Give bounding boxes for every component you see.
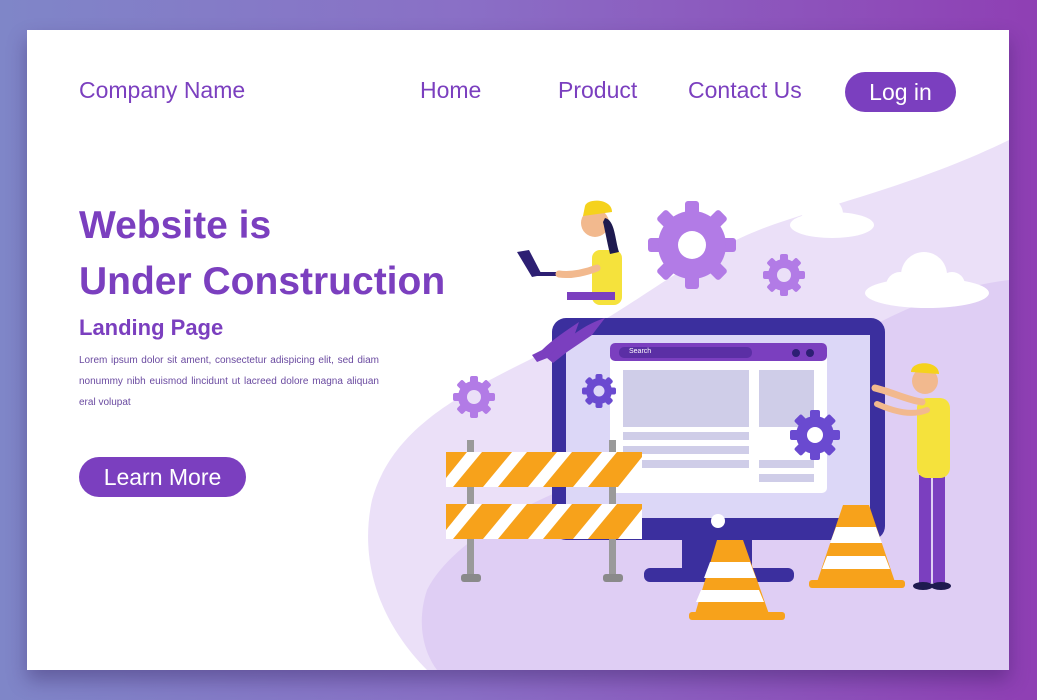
- hero-subtitle: Landing Page: [79, 315, 224, 340]
- gear-icon: [582, 374, 616, 408]
- nav-link-home[interactable]: Home: [420, 77, 481, 104]
- hero-body-text: Lorem ipsum dolor sit ament, consectetur…: [79, 355, 379, 408]
- browser-search-placeholder: Search: [629, 348, 652, 355]
- gear-icon: [763, 254, 805, 296]
- monitor-power-dot: [711, 514, 725, 528]
- login-button[interactable]: Log in: [845, 72, 956, 112]
- hero-title: Website is Under Construction: [79, 198, 519, 310]
- hero-title-line-2: Under Construction: [79, 260, 446, 303]
- landing-page: Search Company Name Home Product Contact…: [27, 30, 1009, 670]
- gear-icon: [648, 201, 736, 289]
- nav-link-product[interactable]: Product: [558, 77, 637, 104]
- gear-icon: [453, 376, 495, 418]
- hero-title-line-1: Website is: [79, 204, 272, 247]
- nav-link-contact-us[interactable]: Contact Us: [688, 77, 802, 104]
- company-name-logo[interactable]: Company Name: [79, 77, 245, 104]
- learn-more-button[interactable]: Learn More: [79, 457, 246, 497]
- gear-icon: [790, 410, 840, 460]
